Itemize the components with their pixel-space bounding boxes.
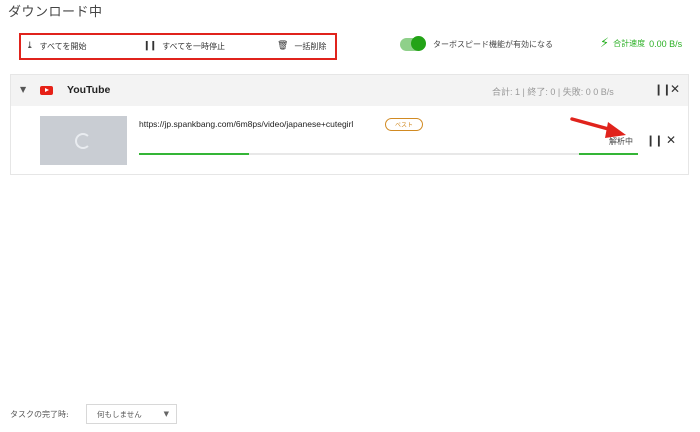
collapse-caret-icon[interactable]: ▼ [20,85,26,94]
on-complete-label: タスクの完了時: [10,410,69,419]
total-speed-value: 0.00 B/s [649,38,683,49]
progress-fill [139,153,249,155]
pause-all-label: すべてを一時停止 [162,42,226,51]
quality-badge[interactable]: ベスト [385,118,423,131]
start-all-button[interactable]: ⤓ すべてを開始 [26,35,87,58]
video-url: https://jp.spankbang.com/6m8ps/video/jap… [139,119,354,129]
start-all-label: すべてを開始 [39,42,87,51]
turbo-setting: ターボスピード機能が有効になる [400,36,553,51]
lightning-icon: ⚡ [600,36,610,51]
on-complete-select[interactable]: 何もしません ▼ [86,404,177,424]
progress-bar [139,153,638,155]
group-name: YouTube [67,84,111,96]
total-speed: ⚡ 合計速度 0.00 B/s [600,37,682,50]
delete-all-label: 一括削除 [294,42,327,51]
group-header: ▼ YouTube 合計: 1 | 終了: 0 | 失敗: 0 0 B/s ❙❙… [11,75,688,106]
group-close-button[interactable]: ✕ [670,82,680,96]
item-pause-button[interactable]: ❙❙ [646,134,663,147]
total-speed-label: 合計速度 [613,39,646,48]
on-complete-value: 何もしません [97,410,142,419]
turbo-label: ターボスピード機能が有効になる [433,40,553,49]
delete-all-button[interactable]: 🗑 一括削除 [277,35,326,58]
item-close-button[interactable]: ✕ [666,133,676,147]
group-stats: 合計: 1 | 終了: 0 | 失敗: 0 0 B/s [492,87,614,97]
video-thumbnail [40,116,127,165]
chevron-down-icon: ▼ [163,410,169,418]
youtube-icon [40,86,53,95]
pause-icon: ❙❙ [143,41,157,51]
download-icon: ⤓ [26,41,34,51]
red-arrow-annotation [570,117,626,138]
turbo-toggle[interactable] [400,36,426,51]
trash-icon: 🗑 [277,41,289,51]
group-pause-button[interactable]: ❙❙ [654,83,671,96]
progress-segment [579,153,638,155]
toolbar: ⤓ すべてを開始 ❙❙ すべてを一時停止 🗑 一括削除 [19,33,337,60]
pause-all-button[interactable]: ❙❙ すべてを一時停止 [143,35,225,58]
loading-spinner-icon [75,133,91,149]
page-title: ダウンロード中 [8,5,103,20]
